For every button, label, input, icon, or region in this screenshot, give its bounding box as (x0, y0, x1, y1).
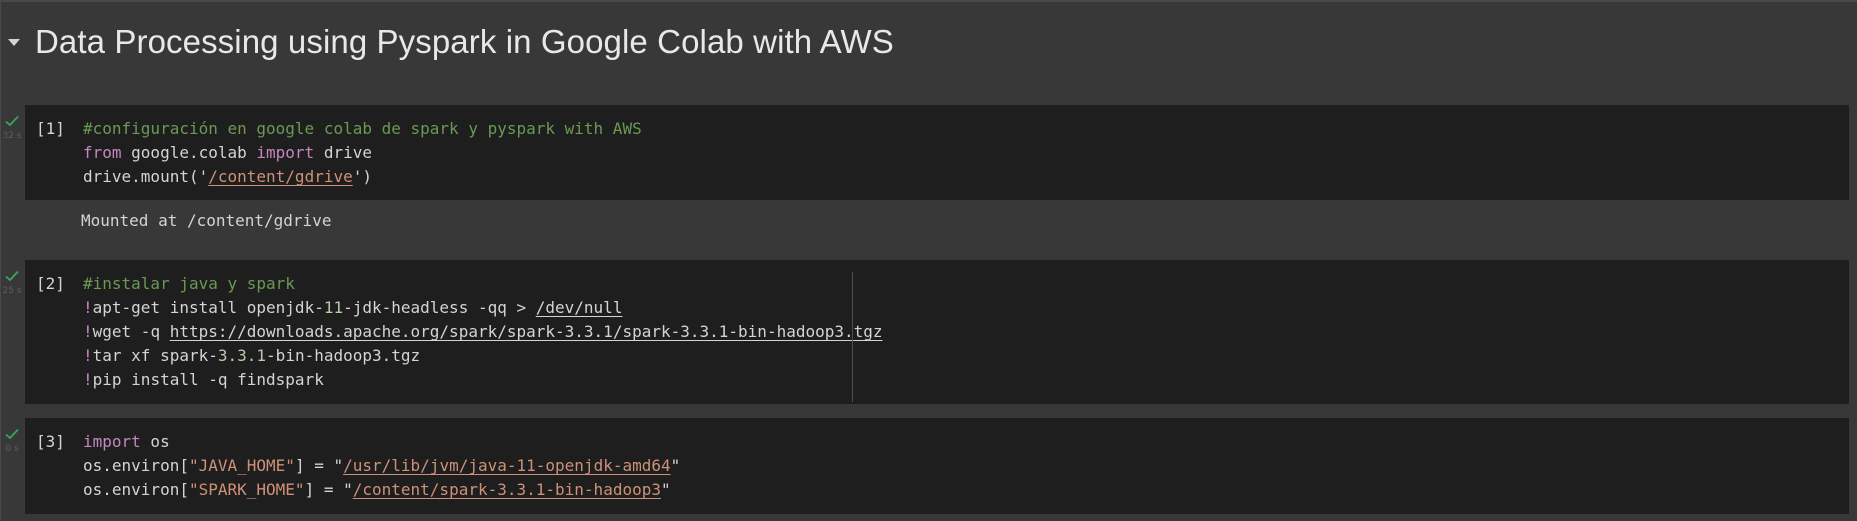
code-token: ! (83, 346, 93, 365)
code-line[interactable]: import os (83, 430, 680, 454)
code-token: from (83, 143, 122, 162)
execution-time: 25 s (2, 286, 22, 296)
code-token: 11 (323, 298, 344, 317)
execution-count[interactable]: [3] (36, 432, 65, 451)
code-token: ' (352, 167, 363, 186)
code-editor[interactable]: [1] #configuración en google colab de sp… (25, 105, 1849, 200)
code-line[interactable]: from google.colab import drive (83, 141, 642, 165)
code-cell-3[interactable]: 0 s [3] import os os.environ["JAVA_HOME"]… (0, 418, 1857, 514)
code-token: 3.3.1 (217, 346, 267, 365)
code-token: " (660, 480, 671, 499)
code-token: -jdk-headless -qq > (343, 298, 536, 317)
code-token: ! (83, 322, 93, 341)
code-token: #instalar java y spark (83, 274, 295, 293)
code-token: /content/gdrive (208, 167, 353, 186)
code-token: tar xf spark- (92, 346, 218, 365)
code-token: import (83, 432, 141, 451)
check-icon (5, 115, 19, 127)
cell-output: Mounted at /content/gdrive (81, 211, 332, 230)
code-line[interactable]: os.environ["SPARK_HOME"] = "/content/spa… (83, 478, 680, 502)
code-token: ! (83, 298, 93, 317)
code-text[interactable]: #instalar java y spark !apt-get install o… (83, 272, 883, 392)
code-token: ! (83, 370, 93, 389)
code-token: pip install -q findspark (92, 370, 324, 389)
code-token: /dev/null (535, 298, 623, 317)
code-token: -bin-hadoop3.tgz (266, 346, 421, 365)
code-line[interactable]: drive.mount('/content/gdrive') (83, 165, 642, 189)
code-token: import (256, 143, 315, 162)
code-token: #configuración en google colab de spark … (83, 119, 642, 138)
execution-count[interactable]: [1] (36, 119, 65, 138)
code-cell-2[interactable]: 25 s [2] #instalar java y spark !apt-get … (0, 260, 1857, 405)
code-token: /content/spark-3.3.1-bin-hadoop3 (352, 480, 661, 499)
code-token: "SPARK_HOME" (188, 480, 305, 499)
collapse-section-button[interactable] (0, 18, 28, 66)
code-line[interactable]: !wget -q https://downloads.apache.org/sp… (83, 320, 883, 344)
section-header: Data Processing using Pyspark in Google … (0, 18, 894, 66)
code-editor[interactable]: [3] import os os.environ["JAVA_HOME"] = "… (25, 418, 1849, 514)
code-text[interactable]: #configuración en google colab de spark … (83, 117, 642, 189)
code-token: " (333, 456, 344, 475)
code-token: ] = (304, 480, 344, 499)
check-icon (5, 270, 19, 282)
code-cell-1[interactable]: 32 s [1] #configuración en google colab … (0, 105, 1857, 265)
code-token: ) (362, 167, 373, 186)
code-token: apt-get install openjdk- (92, 298, 324, 317)
execution-time: 0 s (5, 444, 19, 454)
code-token: "JAVA_HOME" (188, 456, 295, 475)
column-ruler (852, 272, 853, 402)
code-line[interactable]: #configuración en google colab de spark … (83, 117, 642, 141)
code-editor[interactable]: [2] #instalar java y spark !apt-get insta… (25, 260, 1849, 404)
code-token: os.environ[ (83, 480, 189, 499)
code-line[interactable]: !pip install -q findspark (83, 368, 883, 392)
code-token: " (670, 456, 681, 475)
code-token: os.environ[ (83, 456, 189, 475)
caret-down-icon (8, 38, 20, 46)
code-token: os (140, 432, 170, 451)
code-line[interactable]: !tar xf spark-3.3.1-bin-hadoop3.tgz (83, 344, 883, 368)
code-token: drive.mount( (83, 167, 199, 186)
code-token: " (343, 480, 353, 499)
code-line[interactable]: !apt-get install openjdk-11-jdk-headless… (83, 296, 883, 320)
code-token: /usr/lib/jvm/java-11-openjdk-amd64 (343, 456, 671, 475)
code-token: google.colab (121, 143, 257, 162)
code-token: drive (314, 143, 372, 162)
execution-count[interactable]: [2] (36, 274, 65, 293)
code-token: ] = (294, 456, 334, 475)
check-icon (5, 428, 19, 440)
section-title: Data Processing using Pyspark in Google … (35, 23, 894, 60)
code-token: ' (198, 167, 209, 186)
code-line[interactable]: os.environ["JAVA_HOME"] = "/usr/lib/jvm/… (83, 454, 680, 478)
execution-time: 32 s (2, 131, 22, 141)
code-token: wget -q (92, 322, 170, 341)
code-token: https://downloads.apache.org/spark/spark… (169, 322, 883, 341)
code-line[interactable]: #instalar java y spark (83, 272, 883, 296)
code-text[interactable]: import os os.environ["JAVA_HOME"] = "/usr… (83, 430, 680, 502)
